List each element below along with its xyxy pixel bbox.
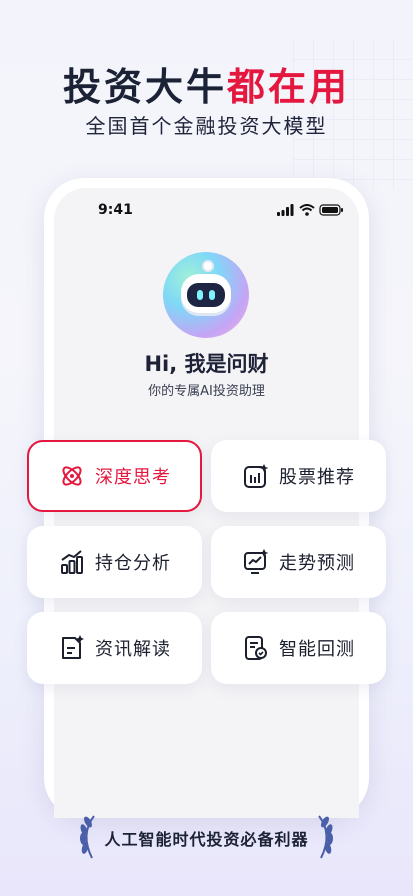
feature-trend-forecast[interactable]: 走势预测 bbox=[211, 526, 386, 598]
laurel-right-icon bbox=[318, 815, 334, 859]
hero-title-main: 投资大牛 bbox=[62, 65, 227, 109]
status-time: 9:41 bbox=[98, 202, 133, 218]
stock-recommend-icon bbox=[244, 464, 269, 488]
news-doc-icon bbox=[62, 635, 84, 659]
feature-deep-thinking[interactable]: 深度思考 bbox=[27, 440, 202, 512]
wifi-icon bbox=[299, 204, 315, 216]
battery-icon bbox=[319, 204, 343, 216]
backtest-icon bbox=[245, 636, 267, 660]
feature-label: 资讯解读 bbox=[95, 639, 171, 660]
feature-holdings-analysis[interactable]: 持仓分析 bbox=[27, 526, 202, 598]
feature-label: 智能回测 bbox=[279, 639, 355, 660]
feature-label: 深度思考 bbox=[95, 467, 171, 488]
robot-eye-left bbox=[197, 290, 203, 300]
feature-label: 走势预测 bbox=[279, 553, 355, 574]
signal-icon bbox=[277, 204, 294, 216]
robot-antenna bbox=[202, 260, 214, 272]
robot-face bbox=[181, 274, 231, 316]
feature-label: 股票推荐 bbox=[279, 467, 355, 488]
feature-label: 持仓分析 bbox=[95, 553, 171, 574]
robot-icon bbox=[163, 252, 249, 338]
hero-title: 投资大牛都在用 bbox=[0, 56, 413, 111]
assistant-description: 你的专属AI投资助理 bbox=[148, 384, 265, 399]
hero-subtitle: 全国首个金融投资大模型 bbox=[85, 114, 328, 138]
feature-news-interpret[interactable]: 资讯解读 bbox=[27, 612, 202, 684]
holdings-chart-icon bbox=[61, 550, 83, 574]
hero-title-accent: 都在用 bbox=[227, 65, 351, 109]
assistant-greeting: Hi, 我是问财 bbox=[144, 352, 269, 376]
feature-smart-backtest[interactable]: 智能回测 bbox=[211, 612, 386, 684]
robot-eye-right bbox=[209, 290, 215, 300]
trend-forecast-icon bbox=[244, 549, 269, 574]
atom-icon bbox=[62, 466, 82, 486]
robot-visor bbox=[187, 283, 225, 307]
status-icons bbox=[277, 204, 343, 216]
feature-stock-recommend[interactable]: 股票推荐 bbox=[211, 440, 386, 512]
footer-slogan: 人工智能时代投资必备利器 bbox=[104, 830, 309, 849]
